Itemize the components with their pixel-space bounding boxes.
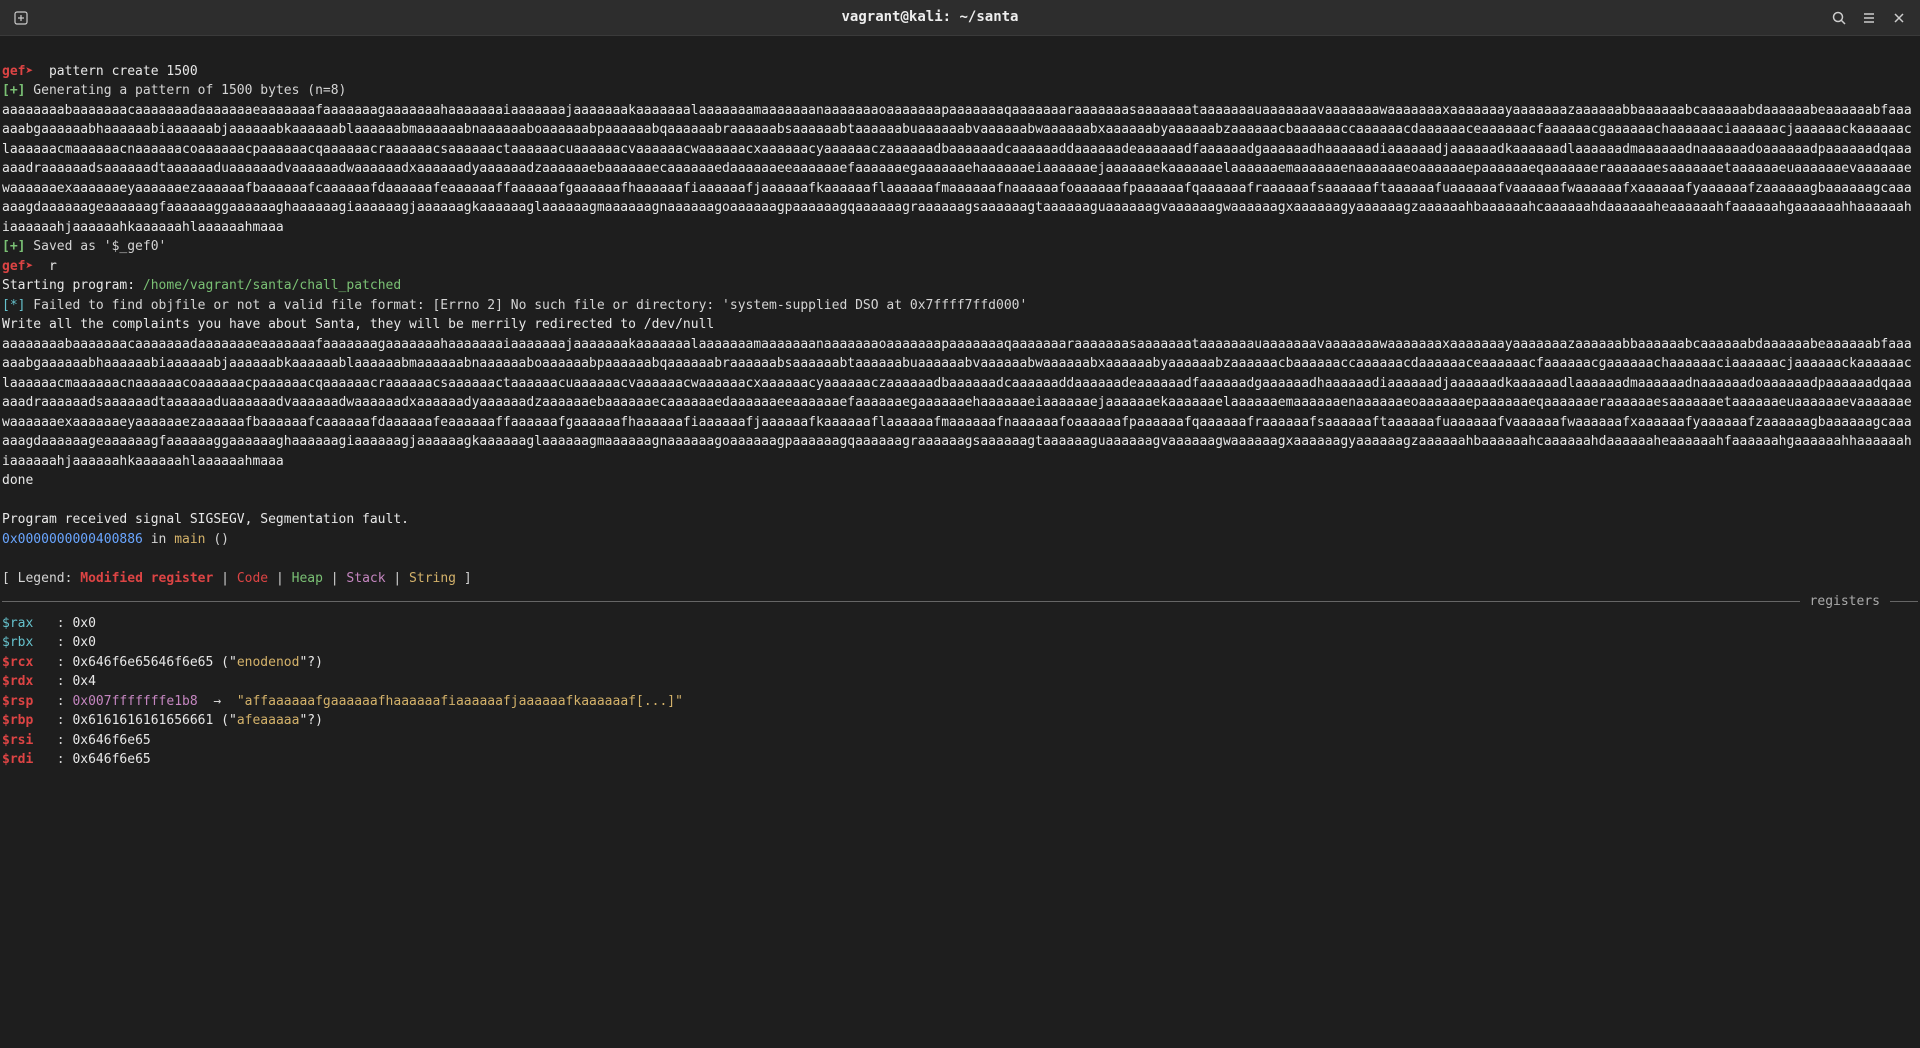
reg-rdx-name: $rdx <box>2 674 33 689</box>
reg-sep: : <box>33 635 72 650</box>
legend-open: [ Legend: <box>2 571 80 586</box>
reg-rcx-tail: "?) <box>299 655 322 670</box>
reg-rcx-name: $rcx <box>2 655 33 670</box>
hamburger-icon <box>1861 10 1877 26</box>
window-title: vagrant@kali: ~/santa <box>34 7 1826 28</box>
starting-program-label: Starting program: <box>2 278 143 293</box>
program-path: /home/vagrant/santa/chall_patched <box>143 278 401 293</box>
cmd-run: r <box>33 259 56 274</box>
gef-prompt: gef➤ <box>2 64 33 79</box>
sigsegv-text: Program received signal SIGSEGV, Segment… <box>2 512 409 527</box>
reg-rbp-tail: "?) <box>299 713 322 728</box>
new-tab-button[interactable] <box>8 5 34 31</box>
reg-rsp-addr: 0x007fffffffe1b8 <box>72 694 197 709</box>
menu-button[interactable] <box>1856 5 1882 31</box>
search-button[interactable] <box>1826 5 1852 31</box>
legend-sep-1: | <box>213 571 236 586</box>
reg-rdi-name: $rdi <box>2 752 33 767</box>
reg-rsp-arrow: → <box>198 694 237 709</box>
reg-sep: : <box>33 713 72 728</box>
reg-rdi-val: 0x646f6e65 <box>72 752 150 767</box>
reg-rsi-name: $rsi <box>2 733 33 748</box>
pattern-output-2: aaaaaaaabaaaaaaacaaaaaaadaaaaaaaeaaaaaaa… <box>2 337 1912 469</box>
reg-rsp-str: "affaaaaaafgaaaaaafhaaaaaafiaaaaaafjaaaa… <box>237 694 683 709</box>
main-symbol: main <box>174 532 205 547</box>
gef-prompt-2: gef➤ <box>2 259 33 274</box>
cmd-pattern-create: pattern create 1500 <box>33 64 197 79</box>
done-text: done <box>2 473 33 488</box>
section-label-registers: registers <box>1806 592 1884 612</box>
reg-rsi-val: 0x646f6e65 <box>72 733 150 748</box>
write-prompt-text: Write all the complaints you have about … <box>2 317 714 332</box>
reg-rcx-val: 0x646f6e65646f6e65 (" <box>72 655 236 670</box>
parens: () <box>206 532 229 547</box>
plus-box-icon <box>13 10 29 26</box>
star-prefix: [*] <box>2 298 25 313</box>
titlebar: vagrant@kali: ~/santa <box>0 0 1920 36</box>
pattern-output-1: aaaaaaaabaaaaaaacaaaaaaadaaaaaaaeaaaaaaa… <box>2 103 1912 235</box>
reg-rbx-name: $rbx <box>2 635 33 650</box>
close-button[interactable] <box>1886 5 1912 31</box>
plus-prefix: [+] <box>2 83 25 98</box>
reg-rbp-str: afeaaaaa <box>237 713 300 728</box>
reg-sep: : <box>33 733 72 748</box>
close-icon <box>1892 11 1906 25</box>
legend-sep-2: | <box>268 571 291 586</box>
reg-rbx-val: 0x0 <box>72 635 95 650</box>
legend-close: ] <box>456 571 472 586</box>
in-text: in <box>143 532 174 547</box>
reg-sep: : <box>33 655 72 670</box>
legend-string: String <box>409 571 456 586</box>
fault-address: 0x0000000000400886 <box>2 532 143 547</box>
reg-rcx-str: enodenod <box>237 655 300 670</box>
reg-sep: : <box>33 694 72 709</box>
search-icon <box>1831 10 1847 26</box>
plus-prefix-2: [+] <box>2 239 25 254</box>
reg-rbp-name: $rbp <box>2 713 33 728</box>
legend-sep-3: | <box>323 571 346 586</box>
reg-rsp-name: $rsp <box>2 694 33 709</box>
legend-code: Code <box>237 571 268 586</box>
terminal-output[interactable]: gef➤ pattern create 1500 [+] Generating … <box>0 36 1920 1048</box>
legend-sep-4: | <box>386 571 409 586</box>
reg-rax-name: $rax <box>2 616 33 631</box>
fail-text: Failed to find objfile or not a valid fi… <box>25 298 1027 313</box>
reg-sep: : <box>33 674 72 689</box>
reg-rax-val: 0x0 <box>72 616 95 631</box>
reg-sep: : <box>33 616 72 631</box>
legend-modified: Modified register <box>80 571 213 586</box>
generating-text: Generating a pattern of 1500 bytes (n=8) <box>25 83 346 98</box>
legend-stack: Stack <box>346 571 385 586</box>
saved-text: Saved as '$_gef0' <box>25 239 166 254</box>
legend-heap: Heap <box>292 571 323 586</box>
reg-rdx-val: 0x4 <box>72 674 95 689</box>
reg-rbp-val: 0x6161616161656661 (" <box>72 713 236 728</box>
reg-sep: : <box>33 752 72 767</box>
section-divider-registers: registers <box>2 592 1918 612</box>
